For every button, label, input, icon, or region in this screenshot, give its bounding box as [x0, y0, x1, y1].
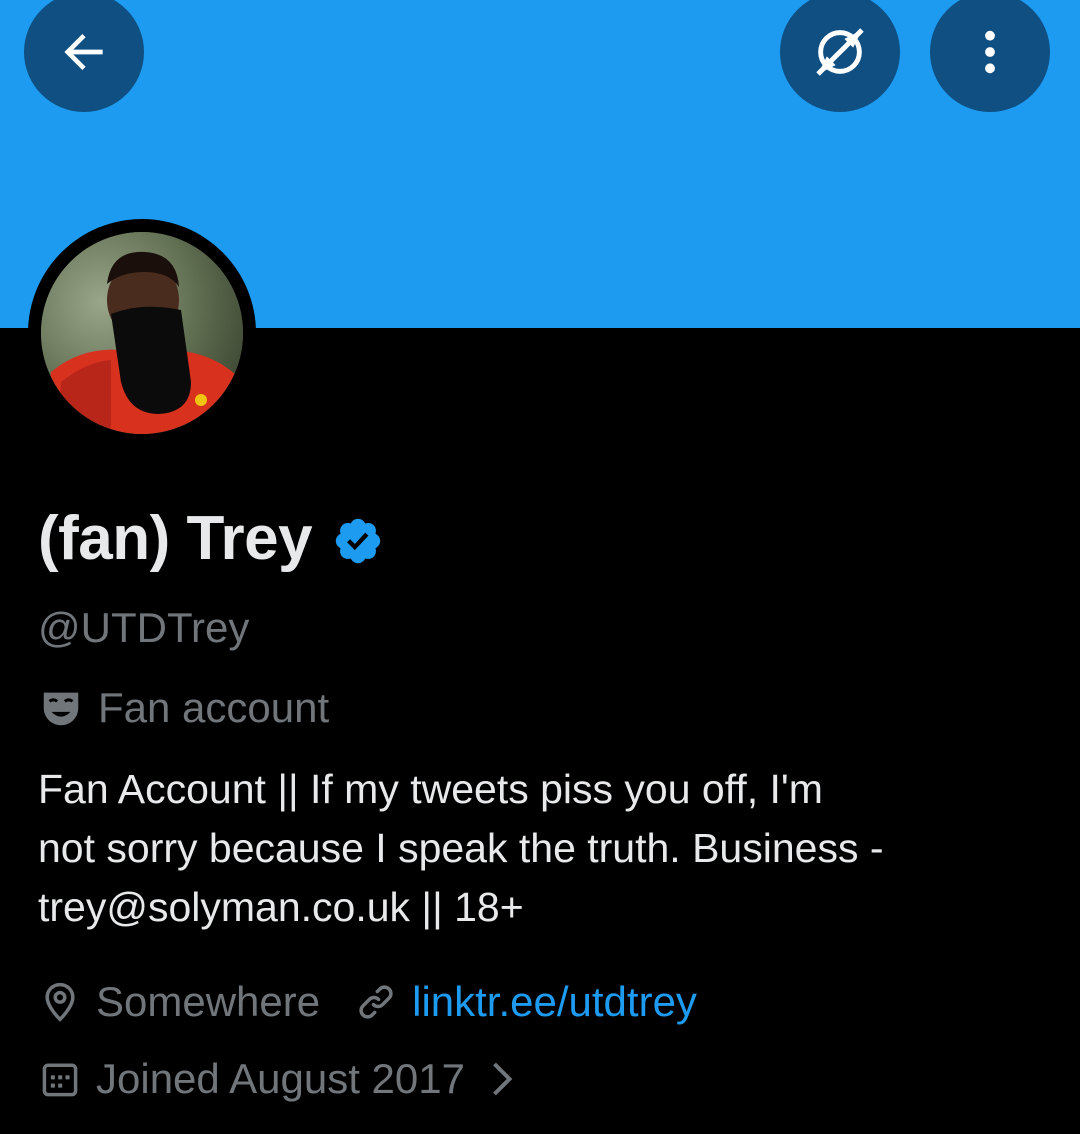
- location-pin-icon: [45, 982, 75, 1022]
- display-name: (fan) Trey: [38, 503, 313, 573]
- verified-badge-icon[interactable]: [332, 515, 384, 567]
- profile-photo: 9: [41, 232, 243, 434]
- profile-meta-row: Somewhere linktr.ee/utdtrey: [38, 978, 697, 1026]
- bio-line: not sorry because I speak the truth. Bus…: [38, 825, 884, 871]
- bio-line: Fan Account || If my tweets piss you off…: [38, 766, 823, 812]
- chevron-right-icon: [493, 1062, 513, 1096]
- svg-text:9: 9: [59, 411, 67, 427]
- profile-name-row: (fan) Trey: [38, 498, 384, 578]
- theater-mask-icon: [43, 692, 79, 726]
- joined-text: Joined August 2017: [96, 1055, 465, 1102]
- bio-line: trey@solyman.co.uk || 18+: [38, 884, 524, 930]
- website-link[interactable]: linktr.ee/utdtrey: [412, 978, 697, 1026]
- more-vertical-icon: [985, 30, 995, 74]
- avatar[interactable]: 9: [28, 219, 256, 447]
- link-icon: [359, 985, 393, 1019]
- calendar-icon: [42, 1063, 78, 1097]
- compass-slash-icon: [816, 28, 864, 76]
- arrow-left-icon: [64, 34, 103, 70]
- category-text: Fan account: [98, 684, 330, 731]
- joined-date-row[interactable]: Joined August 2017: [38, 1055, 517, 1103]
- location-text: Somewhere: [96, 978, 321, 1025]
- username-handle: @UTDTrey: [38, 604, 250, 651]
- category-label: Fan account: [38, 684, 329, 732]
- profile-bio: Fan Account || If my tweets piss you off…: [38, 760, 1048, 937]
